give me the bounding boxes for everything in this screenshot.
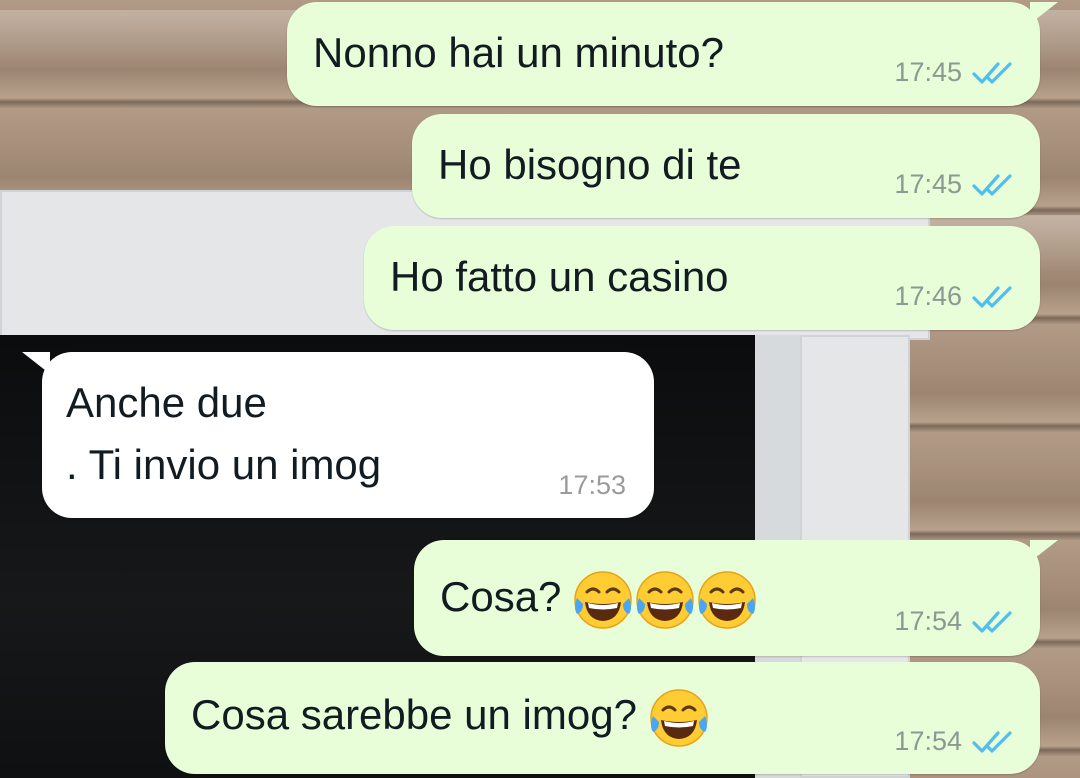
message-text-content: Cosa sarebbe un imog? (191, 691, 637, 738)
face-with-tears-of-joy-emoji (574, 571, 632, 629)
face-with-tears-of-joy-emoji (636, 571, 694, 629)
message-bubble-outgoing[interactable]: Cosa? 17:54 (414, 540, 1058, 656)
message-bubble-outgoing[interactable]: Ho bisogno di te 17:45 (412, 114, 1040, 218)
message-text: Ho fatto un casino (390, 253, 729, 300)
message-time: 17:54 (894, 606, 962, 636)
double-check-read-icon (972, 730, 1012, 753)
message-bubble-outgoing[interactable]: Cosa sarebbe un imog? 17:54 (165, 662, 1040, 774)
bubble-tail (22, 352, 50, 374)
message-text-line: Anche due (66, 379, 267, 426)
message-text-content: Cosa? (440, 573, 562, 620)
message-meta: 17:53 (558, 470, 626, 501)
message-time: 17:46 (894, 281, 962, 311)
message-bubble-outgoing[interactable]: Nonno hai un minuto? 17:45 (287, 2, 1058, 106)
message-time: 17:53 (558, 470, 626, 500)
message-meta: 17:46 (894, 281, 1016, 312)
message-text: Ho bisogno di te (438, 141, 742, 188)
message-meta: 17:45 (894, 169, 1016, 200)
message-time: 17:54 (894, 726, 962, 756)
bubble-tail (1030, 2, 1058, 24)
face-with-tears-of-joy-emoji (649, 689, 708, 747)
double-check-read-icon (972, 285, 1012, 308)
message-time: 17:45 (894, 169, 962, 199)
double-check-read-icon (972, 610, 1012, 633)
message-meta: 17:54 (894, 726, 1016, 757)
double-check-read-icon (972, 61, 1012, 84)
message-text-line: . Ti invio un imog (66, 441, 382, 488)
message-meta: 17:54 (894, 606, 1016, 637)
message-text: Cosa? (440, 566, 759, 632)
message-bubble-outgoing[interactable]: Ho fatto un casino 17:46 (364, 226, 1040, 330)
message-time: 17:45 (894, 57, 962, 87)
bubble-tail (1030, 540, 1058, 562)
message-text: Cosa sarebbe un imog? (191, 684, 711, 750)
message-bubble-incoming[interactable]: Anche due . Ti invio un imog 17:53 (22, 352, 654, 518)
face-with-tears-of-joy-emoji (698, 571, 756, 629)
message-meta: 17:45 (894, 57, 1016, 88)
double-check-read-icon (972, 173, 1012, 196)
message-text: Nonno hai un minuto? (313, 29, 724, 76)
